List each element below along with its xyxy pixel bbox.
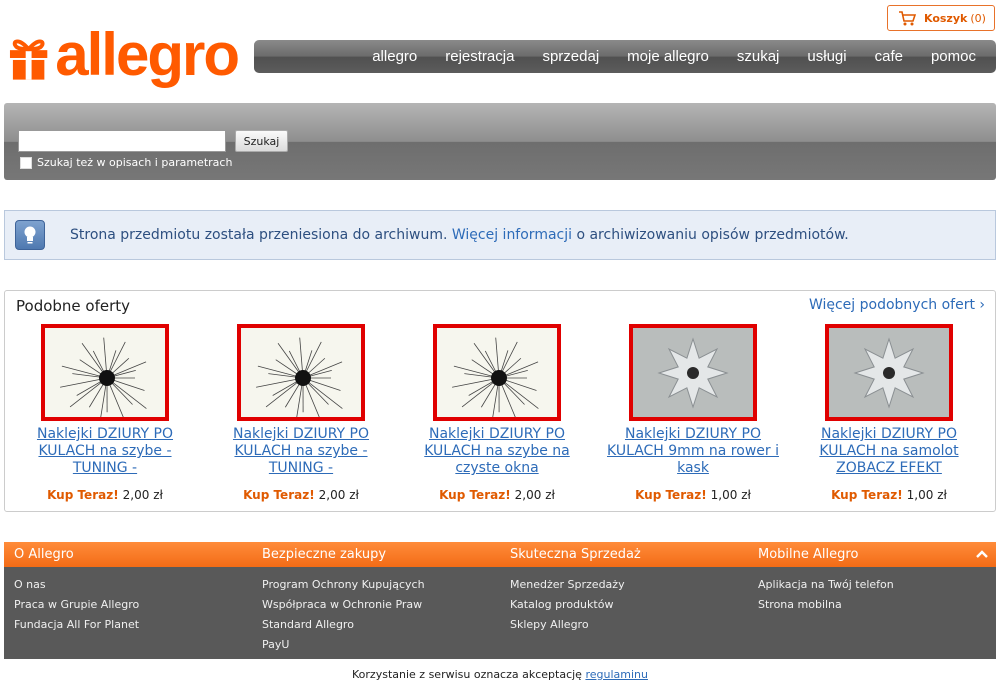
buy-now-label: Kup Teraz! [831, 488, 903, 502]
archive-notice: Strona przedmiotu została przeniesiona d… [4, 210, 996, 260]
footer-link[interactable]: Aplikacja na Twój telefon [758, 575, 894, 595]
cart-label: Koszyk [924, 11, 968, 25]
offer-item[interactable]: Naklejki DZIURY PO KULACH 9mm na rower i… [603, 324, 783, 509]
price-value: 1,00 zł [906, 488, 947, 502]
footer-link[interactable]: Praca w Grupie Allegro [14, 595, 139, 615]
chevron-up-icon[interactable] [974, 546, 990, 562]
offer-image[interactable] [825, 324, 953, 421]
cart-button[interactable]: Koszyk (0) [887, 5, 995, 31]
offer-item[interactable]: Naklejki DZIURY PO KULACH na szybe - TUN… [211, 324, 391, 509]
nav-pomoc[interactable]: pomoc [931, 48, 976, 65]
main-nav: allegro rejestracja sprzedaj moje allegr… [254, 40, 996, 73]
footer-link[interactable]: Sklepy Allegro [510, 615, 625, 635]
offer-title[interactable]: Naklejki DZIURY PO KULACH na szybe na cz… [407, 426, 587, 477]
footer-column-mobilne-allegro: Aplikacja na Twój telefon Strona mobilna [758, 575, 894, 615]
more-similar-link[interactable]: Więcej podobnych ofert › [809, 297, 985, 313]
footer-link[interactable]: Standard Allegro [262, 615, 425, 635]
footer-links: O nas Praca w Grupie Allegro Fundacja Al… [4, 567, 996, 659]
offer-price: Kup Teraz! 2,00 zł [407, 488, 587, 502]
offer-price: Kup Teraz! 2,00 zł [15, 488, 195, 502]
offer-item[interactable]: Naklejki DZIURY PO KULACH na samolot ZOB… [799, 324, 979, 509]
search-descriptions-label: Szukaj też w opisach i parametrach [37, 156, 233, 169]
nav-cafe[interactable]: cafe [875, 48, 903, 65]
offer-image[interactable] [433, 324, 561, 421]
footer-link[interactable]: Katalog produktów [510, 595, 625, 615]
nav-sprzedaj[interactable]: sprzedaj [542, 48, 599, 65]
price-value: 2,00 zł [318, 488, 359, 502]
footer-column-skuteczna-sprzedaz: Menedżer Sprzedaży Katalog produktów Skl… [510, 575, 625, 635]
footer-link[interactable]: Fundacja All For Planet [14, 615, 139, 635]
offer-image[interactable] [41, 324, 169, 421]
price-value: 2,00 zł [122, 488, 163, 502]
search-button[interactable]: Szukaj [235, 130, 288, 152]
offer-item[interactable]: Naklejki DZIURY PO KULACH na szybe - TUN… [15, 324, 195, 509]
offer-title[interactable]: Naklejki DZIURY PO KULACH na szybe - TUN… [15, 426, 195, 477]
offer-image[interactable] [237, 324, 365, 421]
buy-now-label: Kup Teraz! [635, 488, 707, 502]
offer-list: Naklejki DZIURY PO KULACH na szybe - TUN… [5, 324, 997, 509]
more-info-link[interactable]: Więcej informacji [452, 227, 572, 243]
cart-icon [899, 10, 916, 25]
footer-link[interactable]: O nas [14, 575, 139, 595]
notice-text-start: Strona przedmiotu została przeniesiona d… [70, 227, 452, 243]
buy-now-label: Kup Teraz! [439, 488, 511, 502]
archive-notice-text: Strona przedmiotu została przeniesiona d… [70, 227, 849, 243]
gift-icon [9, 39, 48, 80]
footer-column-o-allegro: O nas Praca w Grupie Allegro Fundacja Al… [14, 575, 139, 635]
nav-moje-allegro[interactable]: moje allegro [627, 48, 709, 65]
nav-rejestracja[interactable]: rejestracja [445, 48, 514, 65]
price-value: 1,00 zł [710, 488, 751, 502]
footer-heading: Bezpieczne zakupy [262, 547, 387, 562]
footer-link[interactable]: Współpraca w Ochronie Praw [262, 595, 425, 615]
footer-heading: Mobilne Allegro [758, 547, 859, 562]
buy-now-label: Kup Teraz! [243, 488, 315, 502]
nav-szukaj[interactable]: szukaj [737, 48, 780, 65]
footer-heading: O Allegro [14, 547, 74, 562]
footer-link[interactable]: Strona mobilna [758, 595, 894, 615]
offer-title[interactable]: Naklejki DZIURY PO KULACH na szybe - TUN… [211, 426, 391, 477]
footer-link[interactable]: Program Ochrony Kupujących [262, 575, 425, 595]
offer-image[interactable] [629, 324, 757, 421]
terms-link[interactable]: regulaminu [585, 668, 648, 681]
footer-link[interactable]: PayU [262, 635, 425, 655]
search-input[interactable] [18, 130, 226, 152]
price-value: 2,00 zł [514, 488, 555, 502]
offer-item[interactable]: Naklejki DZIURY PO KULACH na szybe na cz… [407, 324, 587, 509]
offer-title[interactable]: Naklejki DZIURY PO KULACH na samolot ZOB… [799, 426, 979, 477]
offer-price: Kup Teraz! 1,00 zł [799, 488, 979, 502]
terms-text: Korzystanie z serwisu oznacza akceptację [352, 668, 586, 681]
nav-uslugi[interactable]: usługi [807, 48, 846, 65]
notice-text-end: o archiwizowaniu opisów przedmiotów. [572, 227, 849, 243]
offer-title[interactable]: Naklejki DZIURY PO KULACH 9mm na rower i… [603, 426, 783, 477]
offer-price: Kup Teraz! 1,00 zł [603, 488, 783, 502]
search-bar: Szukaj Szukaj też w opisach i parametrac… [4, 103, 996, 180]
logo-text: allegro [55, 21, 240, 88]
footer-header: O Allegro Bezpieczne zakupy Skuteczna Sp… [4, 542, 996, 567]
footer-link[interactable]: Menedżer Sprzedaży [510, 575, 625, 595]
cart-count: (0) [970, 11, 986, 25]
terms-notice: Korzystanie z serwisu oznacza akceptację… [0, 668, 1000, 681]
footer-heading: Skuteczna Sprzedaż [510, 547, 641, 562]
similar-offers: Podobne oferty Więcej podobnych ofert › … [4, 290, 996, 512]
buy-now-label: Kup Teraz! [47, 488, 119, 502]
allegro-logo[interactable]: allegro [8, 21, 240, 89]
lightbulb-icon [15, 220, 45, 250]
search-descriptions-checkbox[interactable] [20, 157, 32, 169]
similar-offers-title: Podobne oferty [16, 297, 131, 315]
offer-price: Kup Teraz! 2,00 zł [211, 488, 391, 502]
nav-allegro[interactable]: allegro [372, 48, 417, 65]
footer-column-bezpieczne-zakupy: Program Ochrony Kupujących Współpraca w … [262, 575, 425, 655]
